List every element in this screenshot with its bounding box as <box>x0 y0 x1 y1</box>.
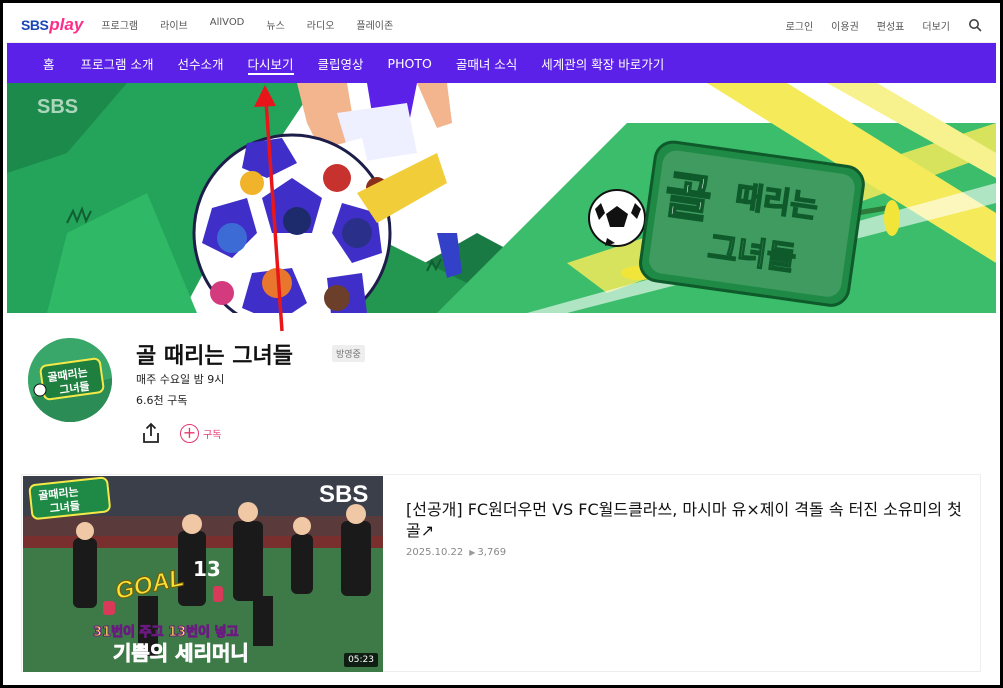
video-thumbnail[interactable]: 13 GOAL 골때리는 그녀들 SBS 31번이 주고 13번이 넣고 기쁨의… <box>23 476 383 672</box>
more-link[interactable]: 더보기 <box>922 18 950 33</box>
program-nav-universe[interactable]: 세계관의 확장 바로가기 <box>529 43 676 83</box>
video-meta: 2025.10.22 ▶ 3,769 <box>406 547 506 558</box>
banner-illustration: SBS 골 때리는 그녀들 <box>7 83 996 313</box>
video-card: 13 GOAL 골때리는 그녀들 SBS 31번이 주고 13번이 넣고 기쁨의… <box>21 474 981 672</box>
play-count-icon: ▶ <box>469 548 476 557</box>
top-nav-allvod[interactable]: AllVOD <box>210 17 245 32</box>
program-nav-home[interactable]: 홈 <box>7 43 69 83</box>
top-nav-programs[interactable]: 프로그램 <box>101 17 138 32</box>
top-nav: 프로그램 라이브 AllVOD 뉴스 라디오 플레이존 <box>101 17 415 32</box>
subscribe-label: 구독 <box>203 429 222 441</box>
subscribe-button[interactable]: + 구독 <box>180 422 221 444</box>
banner-sbs-mark: SBS <box>37 96 78 118</box>
channel-schedule: 매주 수요일 밤 9시 <box>136 373 225 386</box>
program-banner: SBS 골 때리는 그녀들 <box>7 83 996 313</box>
top-right-menu: 로그인 이용권 편성표 더보기 <box>768 7 982 43</box>
video-views: 3,769 <box>477 547 507 558</box>
subscriber-count: 6.6천 구독 <box>136 394 188 407</box>
thumb-caption-1: 31번이 주고 13번이 넣고 <box>93 624 238 640</box>
schedule-link[interactable]: 편성표 <box>877 18 905 33</box>
pass-link[interactable]: 이용권 <box>831 18 859 33</box>
channel-logo[interactable]: 골때리는 그녀들 <box>28 338 112 422</box>
share-icon <box>143 422 159 443</box>
top-nav-live[interactable]: 라이브 <box>160 17 188 32</box>
program-nav-news[interactable]: 골때녀 소식 <box>444 43 529 83</box>
top-nav-playzone[interactable]: 플레이존 <box>356 17 393 32</box>
program-nav-replay[interactable]: 다시보기 <box>236 43 306 83</box>
program-nav-clips[interactable]: 클립영상 <box>306 43 376 83</box>
logo-sbs-text: SBS <box>21 16 49 33</box>
top-bar: SBS play 프로그램 라이브 AllVOD 뉴스 라디오 플레이존 로그인… <box>7 7 996 43</box>
video-title[interactable]: [선공개] FC원더우먼 VS FC월드클라쓰, 마시마 유×제이 격돌 속 터… <box>406 499 966 541</box>
on-air-badge: 방영중 <box>332 345 365 362</box>
logo-play-text: play <box>49 14 84 34</box>
thumb-caption-2: 기쁨의 세리머니 <box>113 641 249 665</box>
top-nav-news[interactable]: 뉴스 <box>266 17 284 32</box>
login-link[interactable]: 로그인 <box>786 18 814 33</box>
sbs-play-logo[interactable]: SBS play <box>21 15 83 35</box>
banner-program-logo: 골 때리는 그녀들 <box>639 140 865 307</box>
plus-icon: + <box>180 423 199 443</box>
browser-frame: SBS play 프로그램 라이브 AllVOD 뉴스 라디오 플레이존 로그인… <box>0 0 1003 688</box>
program-nav: 홈 프로그램 소개 선수소개 다시보기 클립영상 PHOTO 골때녀 소식 세계… <box>7 43 996 83</box>
video-date: 2025.10.22 <box>406 547 464 558</box>
svg-text:13: 13 <box>193 557 221 581</box>
thumb-sbs-logo: SBS <box>319 481 368 508</box>
program-nav-players[interactable]: 선수소개 <box>166 43 236 83</box>
search-icon[interactable] <box>968 18 982 32</box>
banner-soccer-ball <box>192 133 392 313</box>
program-nav-intro[interactable]: 프로그램 소개 <box>69 43 166 83</box>
banner-ball-right <box>588 189 646 247</box>
channel-title: 골 때리는 그녀들 <box>136 344 293 369</box>
video-duration: 05:23 <box>344 653 378 667</box>
svg-text:골: 골 <box>661 166 715 230</box>
share-button[interactable] <box>140 422 162 444</box>
top-nav-radio[interactable]: 라디오 <box>307 17 335 32</box>
program-nav-photo[interactable]: PHOTO <box>376 43 444 83</box>
